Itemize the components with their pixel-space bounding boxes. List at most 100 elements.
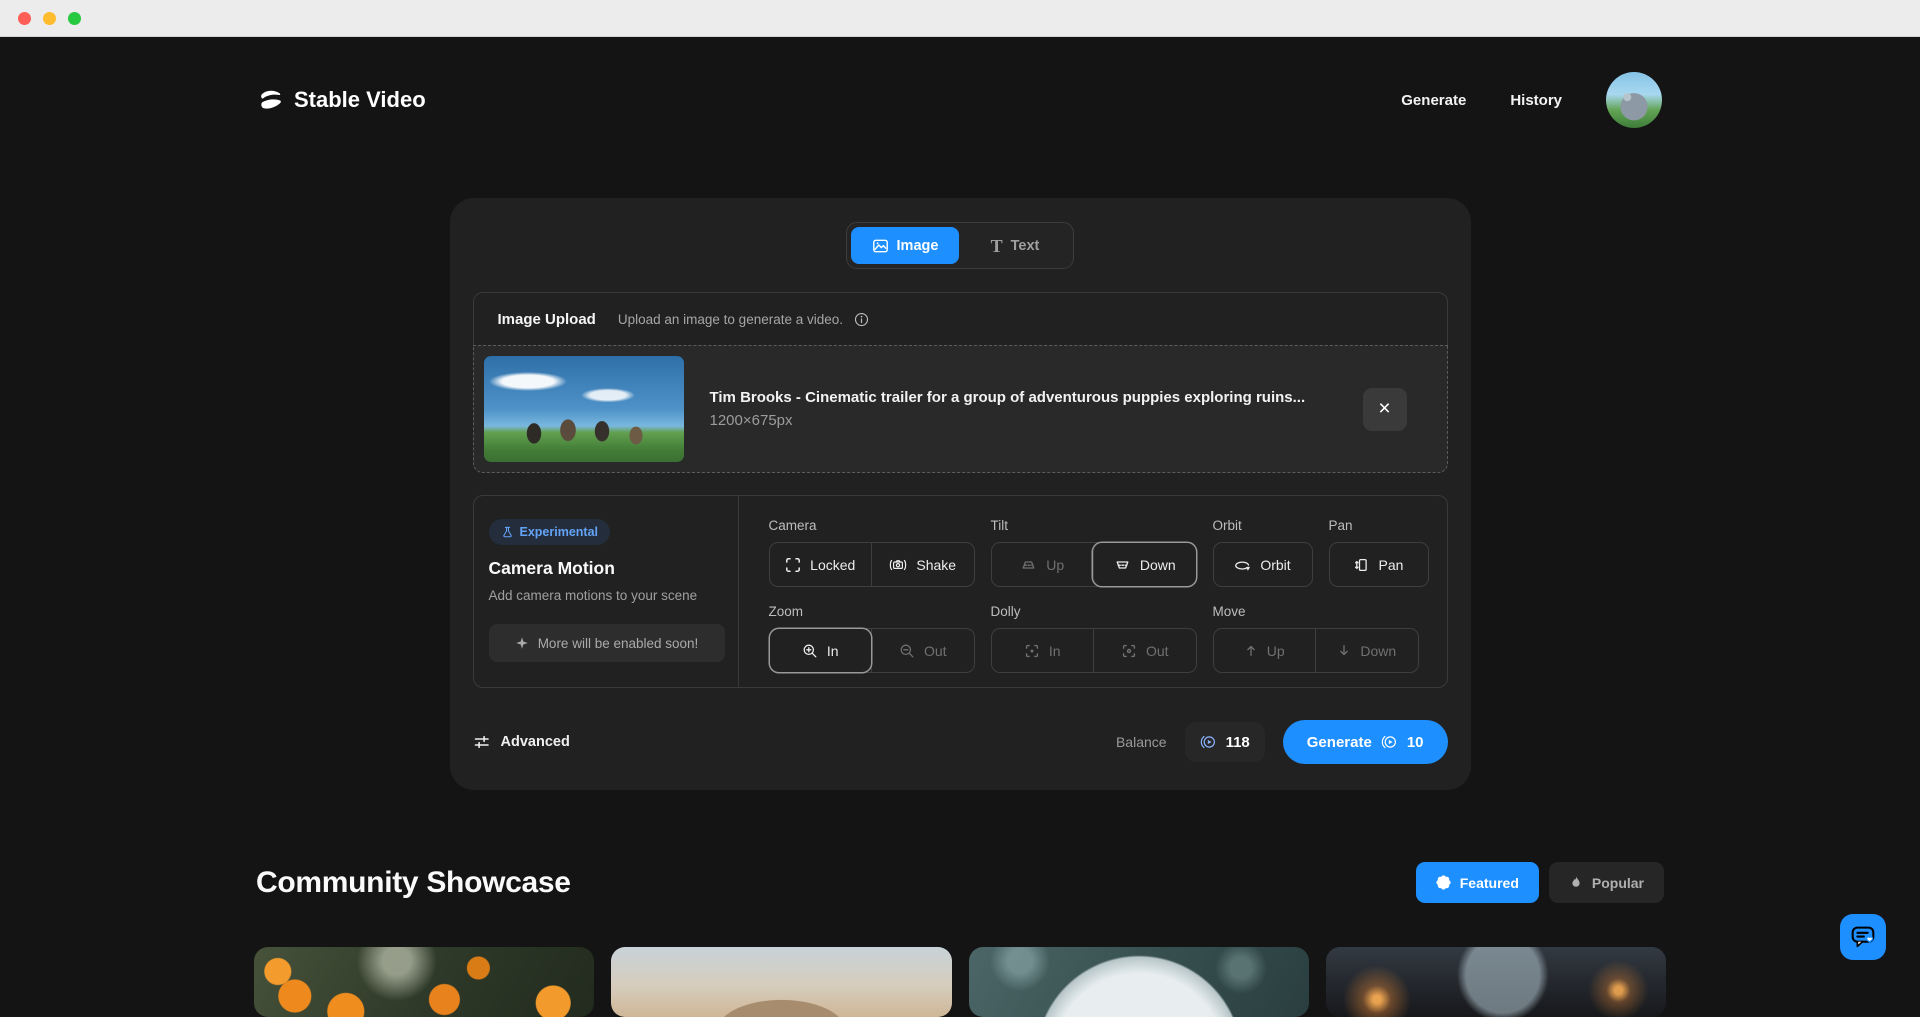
showcase-title: Community Showcase [256, 866, 571, 900]
camera-group-label: Orbit [1213, 518, 1313, 533]
showcase-card-elephant[interactable] [611, 947, 951, 1017]
footer-right: Balance 118 Generate 10 [1116, 720, 1448, 764]
input-mode-toggle: Image T Text [846, 222, 1074, 269]
more-enabled-soon-button[interactable]: More will be enabled soon! [489, 624, 725, 662]
camera-group-label: Pan [1329, 518, 1429, 533]
filter-popular-button[interactable]: Popular [1549, 862, 1664, 903]
camera-orbit-orbit-button[interactable]: Orbit [1214, 543, 1312, 586]
camera-button-label: Shake [916, 557, 956, 573]
generate-cost: 10 [1407, 734, 1424, 751]
camera-zoom-out-button[interactable]: Out [871, 629, 974, 672]
camera-move-up-button[interactable]: Up [1214, 629, 1316, 672]
user-avatar[interactable] [1606, 72, 1662, 128]
generation-panel: Image T Text Image Upload Upload an image … [450, 198, 1471, 790]
camera-camera-locked-button[interactable]: Locked [770, 543, 872, 586]
image-upload-header: Image Upload Upload an image to generate… [474, 293, 1447, 345]
camera-button-label: Up [1046, 557, 1064, 573]
generate-button[interactable]: Generate 10 [1283, 720, 1448, 764]
camera-group-tilt: Tilt Up Down [991, 518, 1197, 587]
experimental-badge: Experimental [489, 519, 611, 545]
generate-label: Generate [1307, 734, 1372, 751]
tab-image[interactable]: Image [851, 227, 959, 264]
camera-button-label: Out [1146, 643, 1169, 659]
zoom-in-icon [802, 643, 818, 659]
camera-dolly-in-button[interactable]: In [992, 629, 1094, 672]
camera-button-label: In [827, 643, 839, 659]
zoom-window-button[interactable] [68, 12, 81, 25]
camera-button-label: Locked [810, 557, 855, 573]
camera-group-orbit: Orbit Orbit [1213, 518, 1313, 587]
showcase-header: Community Showcase Featured Popular [256, 862, 1664, 903]
camera-group-label: Move [1213, 604, 1419, 619]
upload-dropzone[interactable]: Tim Brooks - Cinematic trailer for a gro… [473, 345, 1448, 473]
pan-icon [1354, 557, 1370, 573]
flame-icon [1569, 875, 1583, 890]
image-upload-title: Image Upload [498, 311, 596, 328]
brand[interactable]: Stable Video [258, 87, 426, 113]
camera-dolly-out-button[interactable]: Out [1093, 629, 1196, 672]
camera-camera-shake-button[interactable]: Shake [871, 543, 974, 586]
camera-tilt-down-button[interactable]: Down [1093, 543, 1196, 586]
camera-button-label: Orbit [1260, 557, 1290, 573]
camera-button-group: Up Down [991, 542, 1197, 587]
info-icon[interactable] [854, 312, 869, 327]
tilt-up-icon [1020, 557, 1037, 573]
tab-label: Text [1011, 238, 1040, 254]
camera-zoom-in-button[interactable]: In [770, 629, 872, 672]
camera-group-label: Camera [769, 518, 975, 533]
text-serif-icon: T [991, 237, 1003, 255]
nav-history[interactable]: History [1510, 92, 1562, 109]
nav-generate[interactable]: Generate [1401, 92, 1466, 109]
showcase-filters: Featured Popular [1416, 862, 1664, 903]
camera-motion-title: Camera Motion [489, 558, 724, 579]
experimental-badge-label: Experimental [520, 525, 599, 539]
panel-footer: Advanced Balance 118 Generate 10 [473, 720, 1448, 764]
camera-tilt-up-button[interactable]: Up [992, 543, 1094, 586]
uploaded-image-thumbnail [484, 356, 684, 462]
image-upload-section: Image Upload Upload an image to generate… [473, 292, 1448, 472]
arrow-up-icon [1244, 643, 1258, 658]
dolly-out-icon [1121, 643, 1137, 659]
camera-motion-subtitle: Add camera motions to your scene [489, 588, 724, 603]
credits-coin-icon [1200, 734, 1217, 750]
dolly-in-icon [1024, 643, 1040, 659]
close-window-button[interactable] [18, 12, 31, 25]
brand-name: Stable Video [294, 87, 426, 113]
camera-button-group: In Out [769, 628, 975, 673]
filter-label: Featured [1460, 875, 1519, 891]
stable-video-logo-icon [258, 87, 284, 113]
advanced-button[interactable]: Advanced [473, 734, 570, 750]
window-titlebar [0, 0, 1920, 37]
showcase-card-lantern-alley[interactable] [1326, 947, 1666, 1017]
camera-motion-section: Experimental Camera Motion Add camera mo… [473, 495, 1448, 688]
sliders-icon [473, 734, 491, 750]
orbit-icon [1234, 557, 1251, 573]
camera-move-down-button[interactable]: Down [1315, 629, 1418, 672]
tab-text[interactable]: T Text [961, 227, 1069, 264]
remove-image-button[interactable]: × [1363, 388, 1407, 431]
camera-pan-pan-button[interactable]: Pan [1330, 543, 1428, 586]
camera-motion-controls: CameraLockedShakeTiltUpDownOrbitOrbitPan… [739, 496, 1459, 687]
uploaded-file-title: Tim Brooks - Cinematic trailer for a gro… [710, 389, 1337, 406]
camera-group-dolly: Dolly In Out [991, 604, 1197, 673]
camera-group-move: Move UpDown [1213, 604, 1419, 673]
camera-button-group: UpDown [1213, 628, 1419, 673]
flask-icon [501, 526, 514, 539]
camera-group-label: Dolly [991, 604, 1197, 619]
tilt-down-icon [1114, 557, 1131, 573]
filter-featured-button[interactable]: Featured [1416, 862, 1539, 903]
uploaded-file-meta: Tim Brooks - Cinematic trailer for a gro… [710, 389, 1337, 429]
camera-button-group: In Out [991, 628, 1197, 673]
seal-icon [1436, 875, 1451, 890]
camera-button-group: Orbit [1213, 542, 1313, 587]
camera-group-label: Tilt [991, 518, 1197, 533]
camera-group-zoom: ZoomInOut [769, 604, 975, 673]
minimize-window-button[interactable] [43, 12, 56, 25]
feedback-chat-button[interactable] [1840, 914, 1886, 960]
uploaded-file-dimensions: 1200×675px [710, 412, 1337, 429]
site-header: Stable Video Generate History [258, 72, 1662, 128]
credits-coin-icon [1381, 734, 1398, 750]
showcase-card-frost-sphere[interactable] [969, 947, 1309, 1017]
showcase-cards [254, 947, 1666, 1017]
showcase-card-oranges[interactable] [254, 947, 594, 1017]
